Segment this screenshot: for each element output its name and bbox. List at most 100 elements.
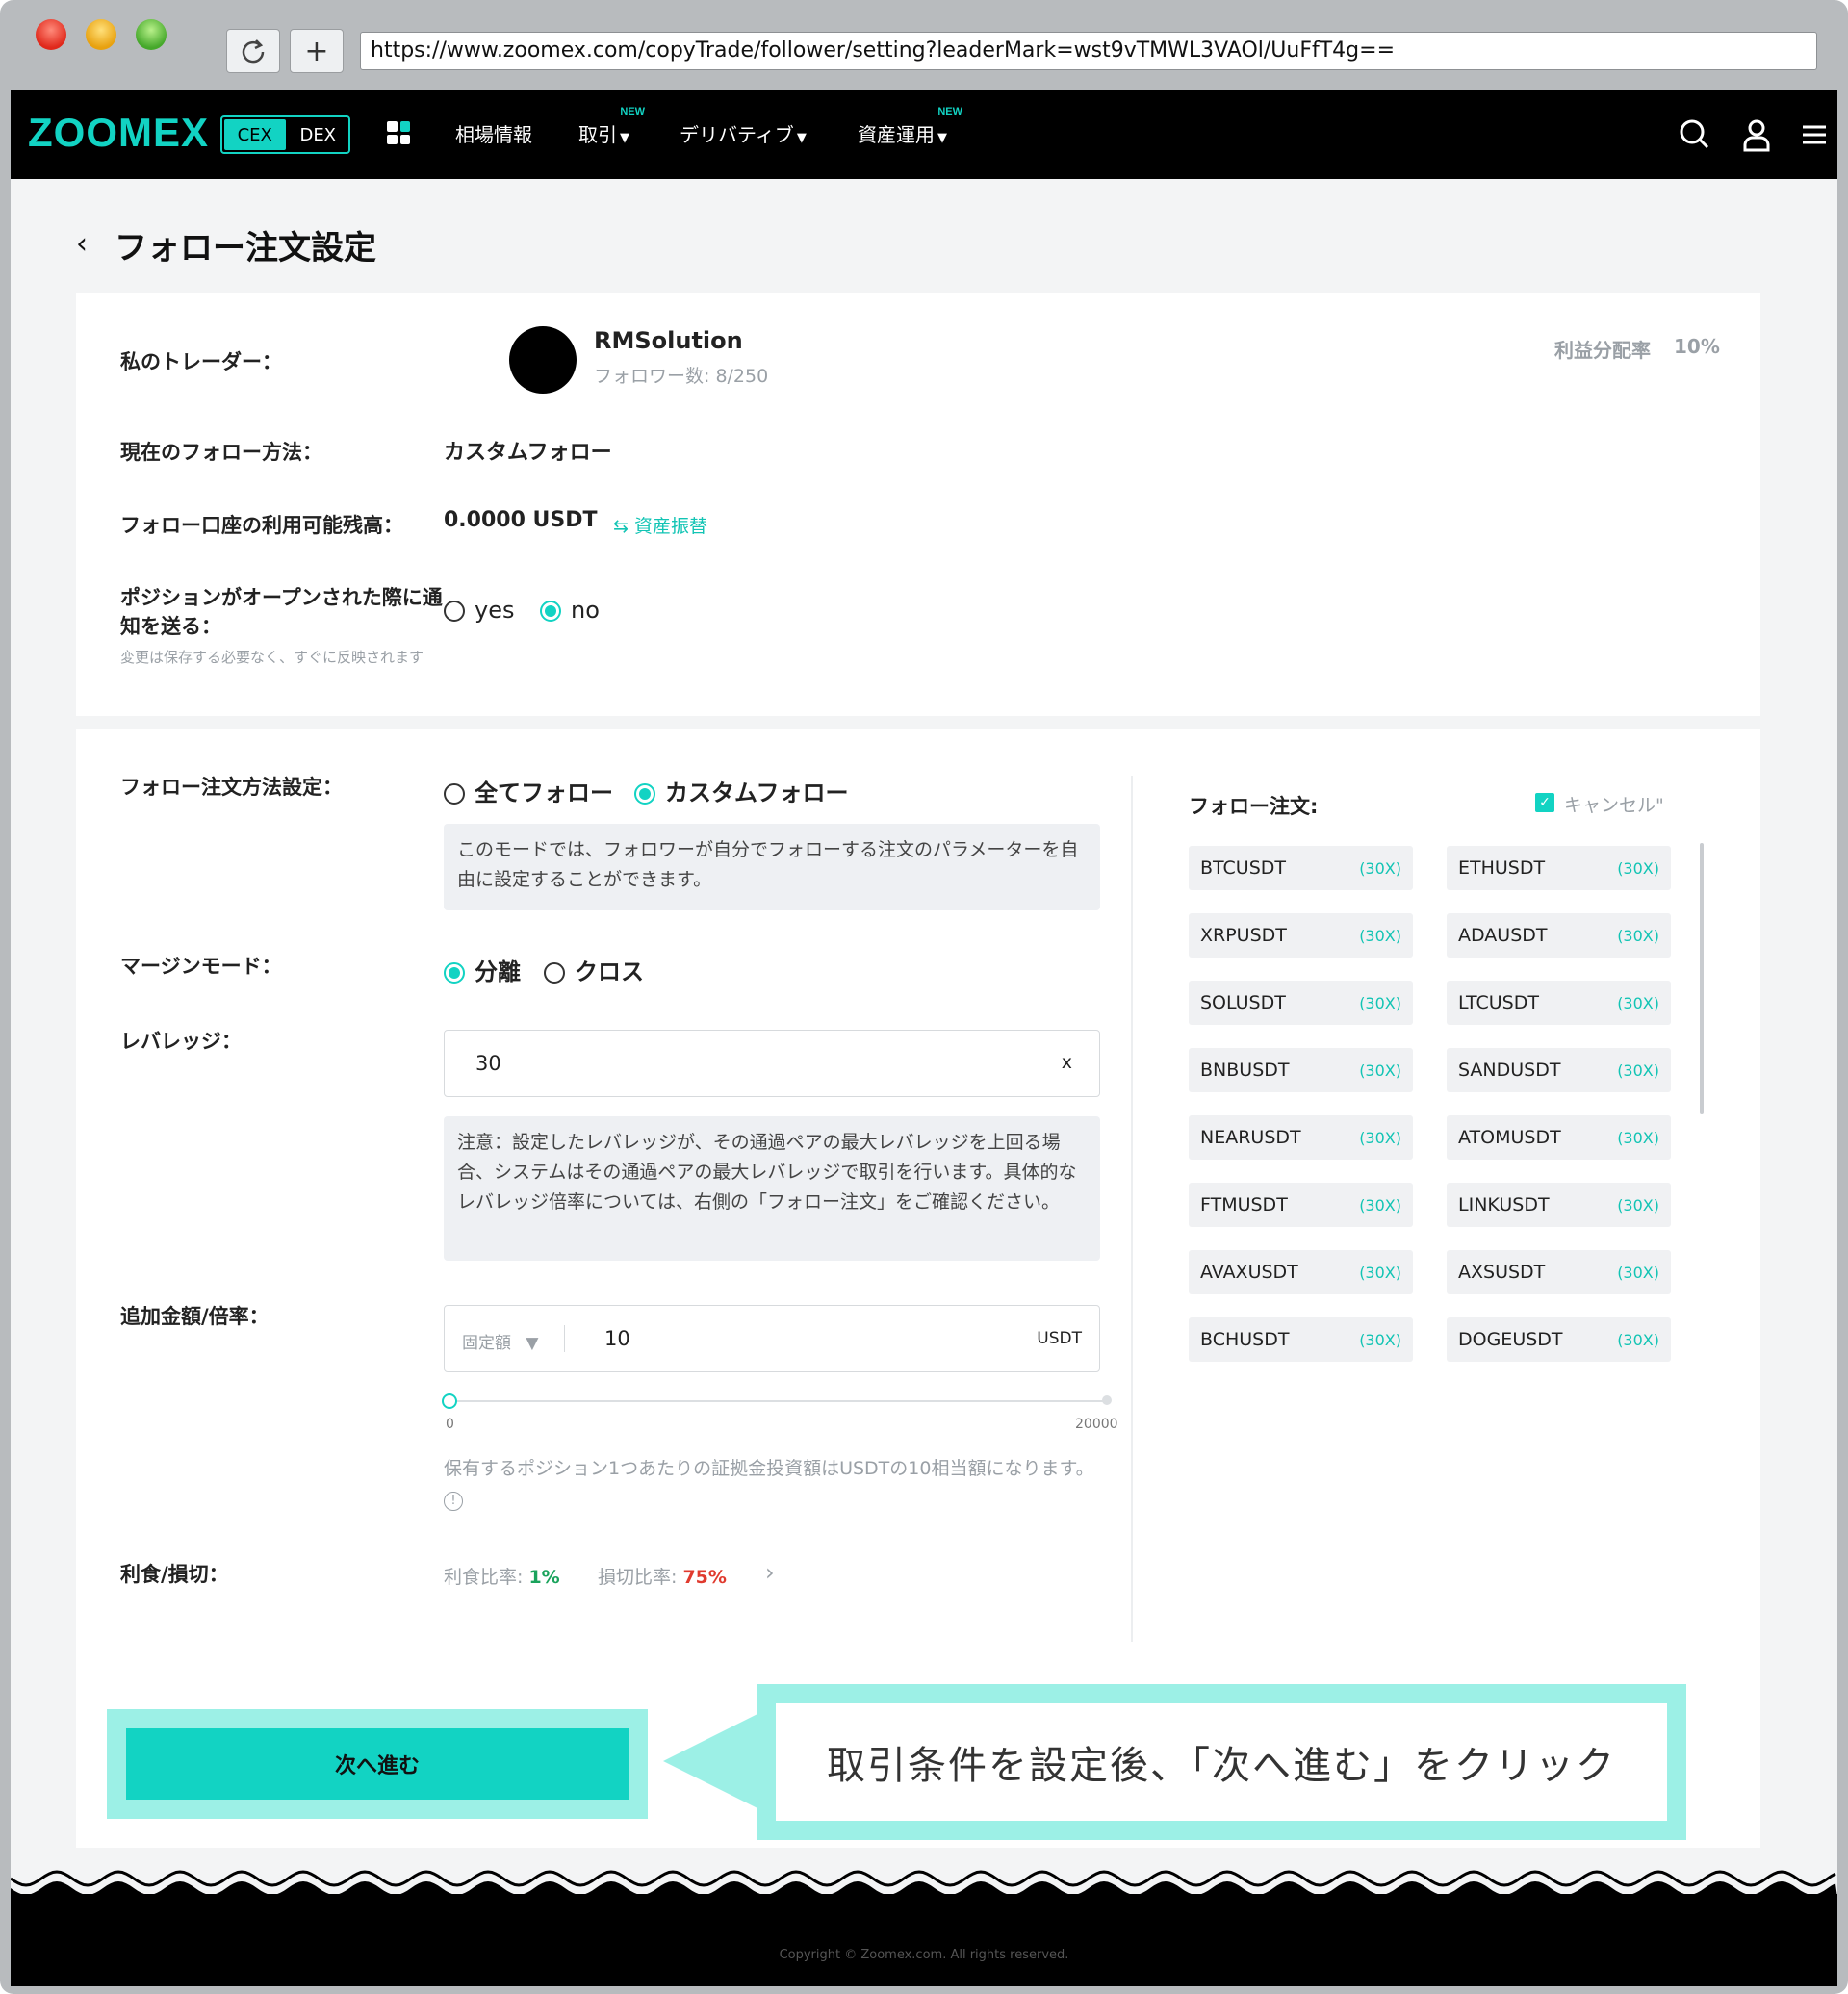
pair-item[interactable]: ATOMUSDT (30X) bbox=[1447, 1115, 1671, 1160]
nav-derivatives[interactable]: デリバティブ ▼ bbox=[680, 119, 807, 147]
dex-toggle[interactable]: DEX bbox=[288, 117, 349, 152]
caret-down-icon: ▼ bbox=[526, 1334, 539, 1353]
address-bar[interactable]: https://www.zoomex.com/copyTrade/followe… bbox=[360, 32, 1817, 70]
new-badge: NEW bbox=[620, 106, 645, 117]
pair-symbol: BNBUSDT bbox=[1200, 1060, 1290, 1081]
radio-selected-icon bbox=[444, 962, 465, 984]
pair-leverage: (30X) bbox=[1617, 859, 1659, 878]
sl-ratio[interactable]: 損切比率: 75% bbox=[598, 1563, 727, 1589]
pair-item[interactable]: SANDUSDT (30X) bbox=[1447, 1048, 1671, 1092]
info-icon[interactable]: ! bbox=[444, 1491, 463, 1511]
reload-icon[interactable] bbox=[226, 29, 280, 73]
apps-grid-icon[interactable] bbox=[387, 121, 410, 144]
caret-down-icon: ▼ bbox=[796, 131, 807, 145]
cex-toggle[interactable]: CEX bbox=[224, 119, 286, 150]
minimize-window-button[interactable] bbox=[86, 19, 116, 50]
pair-symbol: AXSUSDT bbox=[1458, 1262, 1546, 1283]
radio-icon bbox=[444, 601, 465, 622]
custom-follow-radio[interactable]: カスタムフォロー bbox=[634, 774, 849, 807]
search-icon[interactable] bbox=[1676, 115, 1714, 154]
chevron-right-icon[interactable]: › bbox=[765, 1559, 775, 1586]
pair-item[interactable]: FTMUSDT (30X) bbox=[1189, 1183, 1413, 1227]
method-label: フォロー注文方法設定： bbox=[120, 776, 343, 799]
zoomex-logo[interactable]: ZOOMEX bbox=[28, 110, 209, 156]
wave-decoration bbox=[11, 1870, 1837, 1898]
pair-leverage: (30X) bbox=[1359, 859, 1401, 878]
notify-no-radio[interactable]: no bbox=[540, 597, 600, 624]
pair-symbol: FTMUSDT bbox=[1200, 1194, 1288, 1215]
pair-item[interactable]: AVAXUSDT (30X) bbox=[1189, 1250, 1413, 1294]
margin-mode-label: マージンモード： bbox=[120, 955, 282, 978]
pair-symbol: XRPUSDT bbox=[1200, 925, 1287, 946]
pair-leverage: (30X) bbox=[1617, 1331, 1659, 1349]
profit-share-label: 利益分配率 bbox=[1554, 339, 1651, 362]
pair-leverage: (30X) bbox=[1617, 927, 1659, 945]
pair-item[interactable]: ADAUSDT (30X) bbox=[1447, 913, 1671, 958]
maximize-window-button[interactable] bbox=[136, 19, 167, 50]
user-icon[interactable] bbox=[1737, 115, 1776, 154]
margin-isolated-radio[interactable]: 分離 bbox=[444, 953, 521, 986]
pair-symbol: LTCUSDT bbox=[1458, 992, 1539, 1013]
pair-leverage: (30X) bbox=[1359, 1129, 1401, 1147]
leverage-unit: x bbox=[1061, 1052, 1072, 1073]
caret-down-icon: ▼ bbox=[620, 131, 629, 145]
plus-icon[interactable]: + bbox=[290, 29, 344, 73]
radio-selected-icon bbox=[634, 783, 655, 805]
leverage-note: 注意：設定したレバレッジが、その通過ペアの最大レバレッジを上回る場合、システムは… bbox=[444, 1116, 1100, 1261]
pair-item[interactable]: BCHUSDT (30X) bbox=[1189, 1317, 1413, 1362]
follower-count: フォロワー数: 8/250 bbox=[594, 366, 769, 387]
pair-symbol: SANDUSDT bbox=[1458, 1060, 1561, 1081]
close-window-button[interactable] bbox=[36, 19, 66, 50]
pair-item[interactable]: NEARUSDT (30X) bbox=[1189, 1115, 1413, 1160]
new-badge: NEW bbox=[937, 106, 962, 117]
amount-value: 10 bbox=[604, 1327, 630, 1350]
follow-all-radio[interactable]: 全てフォロー bbox=[444, 774, 613, 807]
balance-label: フォロー口座の利用可能残高： bbox=[120, 514, 403, 537]
tp-ratio[interactable]: 利食比率: 1% bbox=[444, 1563, 560, 1589]
pair-symbol: ATOMUSDT bbox=[1458, 1127, 1561, 1148]
pair-symbol: AVAXUSDT bbox=[1200, 1262, 1298, 1283]
nav-earn[interactable]: 資産運用 ▼ NEW bbox=[858, 106, 962, 147]
scrollbar[interactable] bbox=[1700, 843, 1704, 1114]
pair-item[interactable]: AXSUSDT (30X) bbox=[1447, 1250, 1671, 1294]
pair-leverage: (30X) bbox=[1617, 1196, 1659, 1214]
notify-hint: 変更は保存する必要なく、すぐに反映されます bbox=[120, 649, 424, 666]
notify-yes-radio[interactable]: yes bbox=[444, 597, 514, 624]
pair-symbol: SOLUSDT bbox=[1200, 992, 1286, 1013]
profit-share-value: 10% bbox=[1674, 335, 1720, 358]
leverage-value: 30 bbox=[475, 1052, 501, 1075]
menu-icon[interactable] bbox=[1795, 115, 1834, 154]
checkbox-checked-icon[interactable]: ✓ bbox=[1535, 793, 1554, 812]
pair-symbol: LINKUSDT bbox=[1458, 1194, 1550, 1215]
caret-down-icon: ▼ bbox=[937, 131, 947, 145]
top-nav: ZOOMEX CEX DEX 相場情報 取引 ▼ NEW デリバティブ ▼ 資産運用 ▼… bbox=[11, 90, 1837, 179]
pair-item[interactable]: LINKUSDT (30X) bbox=[1447, 1183, 1671, 1227]
pair-item[interactable]: DOGEUSDT (30X) bbox=[1447, 1317, 1671, 1362]
browser-window: + https://www.zoomex.com/copyTrade/follo… bbox=[0, 0, 1848, 1994]
radio-selected-icon bbox=[540, 601, 561, 622]
page-body: ‹ フォロー注文設定 私のトレーダー： RMSolution フォロワー数: 8… bbox=[11, 179, 1837, 1898]
nav-market[interactable]: 相場情報 bbox=[455, 119, 532, 147]
pair-item[interactable]: BTCUSDT (30X) bbox=[1189, 846, 1413, 890]
pair-item[interactable]: BNBUSDT (30X) bbox=[1189, 1048, 1413, 1092]
leverage-input[interactable]: 30 x bbox=[444, 1030, 1100, 1097]
back-chevron-icon[interactable]: ‹ bbox=[76, 227, 88, 261]
amount-slider-track[interactable] bbox=[449, 1400, 1110, 1402]
pair-item[interactable]: ETHUSDT (30X) bbox=[1447, 846, 1671, 890]
nav-trade[interactable]: 取引 ▼ NEW bbox=[578, 106, 645, 147]
footer: Copyright © Zoomex.com. All rights reser… bbox=[11, 1894, 1837, 1986]
amount-unit: USDT bbox=[1037, 1329, 1082, 1348]
pair-item[interactable]: XRPUSDT (30X) bbox=[1189, 913, 1413, 958]
cex-dex-switch[interactable]: CEX DEX bbox=[220, 115, 350, 154]
amount-type-select[interactable]: 固定額 ▼ bbox=[462, 1329, 538, 1353]
margin-cross-radio[interactable]: クロス bbox=[544, 953, 644, 986]
divider bbox=[564, 1325, 565, 1352]
amount-input[interactable]: 固定額 ▼ 10 USDT bbox=[444, 1305, 1100, 1372]
pair-leverage: (30X) bbox=[1617, 1129, 1659, 1147]
pair-item[interactable]: SOLUSDT (30X) bbox=[1189, 981, 1413, 1025]
next-button[interactable]: 次へ進む bbox=[126, 1728, 629, 1800]
amount-label: 追加金額/倍率： bbox=[120, 1305, 270, 1328]
pair-item[interactable]: LTCUSDT (30X) bbox=[1447, 981, 1671, 1025]
trader-name[interactable]: RMSolution bbox=[594, 327, 743, 354]
transfer-link[interactable]: ⇆ 資産振替 bbox=[613, 512, 707, 538]
